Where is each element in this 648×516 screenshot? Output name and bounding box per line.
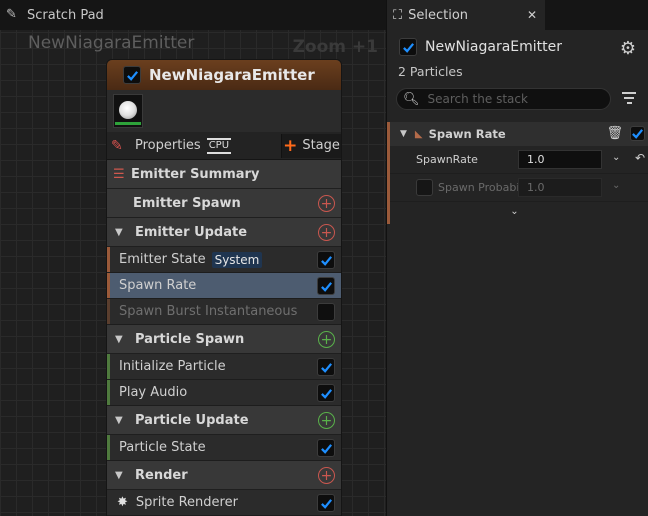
add-module-button[interactable]: + [318, 195, 335, 212]
selection-tab[interactable]: ⛶ Selection ✕ [387, 0, 545, 30]
module-emitter-state[interactable]: Emitter State System [107, 247, 341, 273]
module-label: Initialize Particle [119, 359, 226, 374]
module-enabled-checkbox[interactable] [317, 494, 335, 512]
module-initialize-particle[interactable]: Initialize Particle [107, 354, 341, 380]
emitter-node[interactable]: NewNiagaraEmitter ✎ Properties CPU + Sta… [106, 59, 342, 516]
graph-title: NewNiagaraEmitter [28, 33, 195, 53]
module-enabled-checkbox[interactable] [317, 277, 335, 295]
module-label: Particle State [119, 440, 206, 455]
scratch-pad-icon: ✎ [6, 7, 17, 22]
emitter-update-label: Emitter Update [135, 224, 248, 240]
add-module-button[interactable]: + [318, 224, 335, 241]
stack-search-box[interactable]: 🔍︎ [396, 88, 611, 110]
module-spawn-rate[interactable]: Spawn Rate [107, 273, 341, 299]
param-row-spawnrate: SpawnRate 1.0 ⌄ ↶ [390, 146, 648, 174]
stage-button-label: Stage [302, 138, 340, 153]
render-section[interactable]: ▼ Render + [107, 461, 341, 490]
close-icon[interactable]: ✕ [527, 8, 537, 22]
particle-spawn-label: Particle Spawn [135, 331, 245, 347]
module-label: Sprite Renderer [135, 495, 238, 510]
module-sprite-renderer[interactable]: ✸ Sprite Renderer [107, 490, 341, 516]
module-label: Spawn Burst Instantaneous [119, 304, 298, 319]
stack-search-input[interactable] [427, 92, 608, 106]
emitter-spawn-section[interactable]: Emitter Spawn + [107, 189, 341, 218]
chevron-down-icon[interactable]: ▼ [115, 227, 127, 238]
pencil-icon: ✎ [111, 137, 123, 154]
gear-icon[interactable]: ⚙ [620, 38, 636, 59]
param-row-spawn-probability: Spawn Probability 1.0 ⌄ [390, 174, 648, 202]
module-title: Spawn Rate [428, 127, 506, 141]
module-label: Play Audio [119, 385, 188, 400]
param-value-input[interactable]: 1.0 [518, 150, 602, 169]
emitter-enabled-checkbox[interactable] [123, 66, 141, 84]
emitter-summary-label: Emitter Summary [131, 166, 260, 182]
particle-update-label: Particle Update [135, 412, 249, 428]
chevron-down-icon[interactable]: ⌄ [612, 152, 620, 163]
add-stage-button[interactable]: + Stage [281, 133, 341, 158]
module-particle-state[interactable]: Particle State [107, 435, 341, 461]
zoom-label: Zoom +1 [292, 37, 378, 57]
emitter-node-header[interactable]: NewNiagaraEmitter [107, 60, 341, 90]
add-module-button[interactable]: + [318, 331, 335, 348]
emitter-update-section[interactable]: ▼ Emitter Update + [107, 218, 341, 247]
chevron-down-icon: ⌄ [510, 205, 519, 217]
properties-row[interactable]: ✎ Properties CPU + Stage [107, 132, 341, 160]
param-enable-checkbox[interactable] [416, 179, 433, 196]
selection-icon: ⛶ [393, 7, 403, 23]
module-enabled-checkbox[interactable] [317, 251, 335, 269]
search-icon: 🔍︎ [403, 91, 420, 107]
param-name: SpawnRate [416, 153, 478, 166]
module-label: Spawn Rate [119, 278, 197, 293]
scratch-pad-tab-label: Scratch Pad [27, 7, 104, 23]
selected-emitter-name: NewNiagaraEmitter [425, 39, 562, 55]
param-value-input[interactable]: 1.0 [518, 178, 602, 197]
module-play-audio[interactable]: Play Audio [107, 380, 341, 406]
module-icon: ◣ [414, 128, 423, 140]
module-label: Emitter State [119, 252, 206, 267]
selection-tab-label: Selection [408, 7, 469, 23]
graph-canvas[interactable]: ✎ Scratch Pad NewNiagaraEmitter Zoom +1 … [0, 0, 386, 516]
expand-advanced-button[interactable]: ⌄ [390, 202, 648, 220]
param-name: Spawn Probability [438, 181, 518, 194]
properties-label: Properties [135, 138, 201, 153]
module-details: ▼ ◣ Spawn Rate 🗑︎ SpawnRate 1.0 ⌄ ↶ Spaw… [387, 122, 648, 224]
trash-icon[interactable]: 🗑︎ [606, 126, 623, 141]
scratch-pad-tab[interactable]: ✎ Scratch Pad [0, 0, 386, 30]
sprite-icon: ✸ [117, 495, 128, 510]
module-enabled-checkbox[interactable] [317, 303, 335, 321]
module-header-spawn-rate[interactable]: ▼ ◣ Spawn Rate 🗑︎ [390, 122, 648, 146]
selection-panel: ⛶ Selection ✕ NewNiagaraEmitter ⚙ 2 Part… [386, 0, 648, 516]
module-enabled-checkbox[interactable] [317, 384, 335, 402]
filter-icon[interactable] [622, 92, 636, 104]
emitter-enabled-checkbox[interactable] [399, 38, 417, 56]
module-spawn-burst[interactable]: Spawn Burst Instantaneous [107, 299, 341, 325]
particle-count: 2 Particles [398, 64, 463, 79]
emitter-summary-section[interactable]: ☰ Emitter Summary [107, 160, 341, 189]
selected-emitter-row: NewNiagaraEmitter ⚙ [387, 30, 648, 64]
render-label: Render [135, 467, 188, 483]
module-enabled-checkbox[interactable] [630, 126, 645, 141]
chevron-down-icon[interactable]: ⌄ [612, 180, 620, 191]
list-icon: ☰ [113, 166, 125, 182]
emitter-spawn-label: Emitter Spawn [133, 195, 241, 211]
system-badge: System [211, 251, 263, 268]
particle-spawn-section[interactable]: ▼ Particle Spawn + [107, 325, 341, 354]
reset-icon[interactable]: ↶ [635, 151, 645, 165]
chevron-down-icon[interactable]: ▼ [115, 415, 127, 426]
emitter-thumbnail[interactable] [113, 94, 143, 128]
add-module-button[interactable]: + [318, 412, 335, 429]
chevron-down-icon[interactable]: ▼ [400, 129, 407, 139]
module-enabled-checkbox[interactable] [317, 439, 335, 457]
emitter-node-title: NewNiagaraEmitter [149, 66, 315, 84]
chevron-down-icon[interactable]: ▼ [115, 334, 127, 345]
add-renderer-button[interactable]: + [318, 467, 335, 484]
particle-update-section[interactable]: ▼ Particle Update + [107, 406, 341, 435]
plus-icon: + [283, 135, 298, 156]
cpu-icon: CPU [206, 137, 232, 154]
chevron-down-icon[interactable]: ▼ [115, 470, 127, 481]
module-enabled-checkbox[interactable] [317, 358, 335, 376]
